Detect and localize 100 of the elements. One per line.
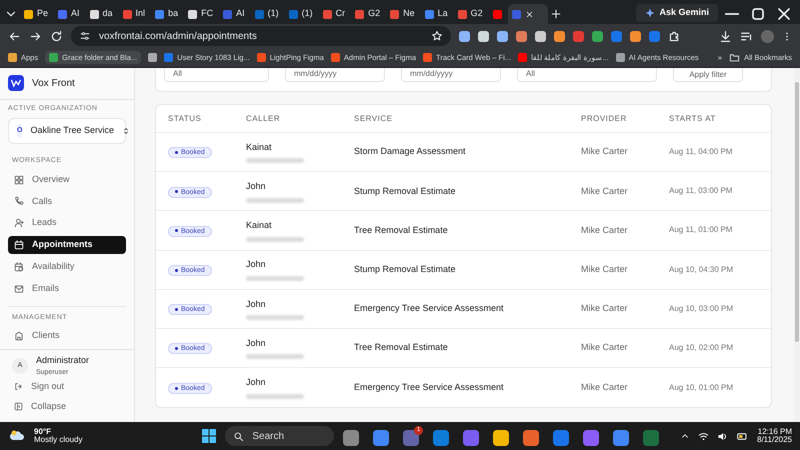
address-bar[interactable]: voxfrontai.com/admin/appointments: [71, 26, 451, 46]
browser-tab[interactable]: ba: [151, 4, 182, 24]
download-icon[interactable]: [719, 30, 732, 42]
scrollbar[interactable]: [794, 68, 800, 422]
browser-tab[interactable]: AI: [219, 4, 249, 24]
tab-groups-icon[interactable]: [148, 53, 158, 62]
sidebar-footer-link[interactable]: Collapse: [8, 398, 126, 415]
close-icon[interactable]: [524, 10, 534, 18]
browser-tab[interactable]: (1): [284, 4, 317, 24]
clock-date: 8/11/2025: [757, 436, 792, 444]
service-cell-text: Storm Damage Assessment: [354, 145, 467, 158]
provider-cell-text: Mike Carter: [581, 380, 629, 394]
service-cell-text: Stump Removal Estimate: [354, 262, 457, 276]
calendar-icon: [14, 240, 24, 250]
browser-tab[interactable]: AI: [54, 4, 84, 24]
browser-tab[interactable]: La: [420, 4, 452, 24]
taskbar-search[interactable]: Search: [225, 426, 334, 446]
extension-icon[interactable]: [516, 30, 527, 42]
browser-tab[interactable]: Pe: [20, 4, 52, 24]
extension-icon[interactable]: [592, 30, 603, 42]
service-cell-text: Emergency Tree Service Assessment: [354, 302, 505, 316]
phone-icon: [14, 196, 24, 206]
browser-tab[interactable]: da: [86, 4, 117, 24]
weather-condition: Mostly cloudy: [34, 436, 82, 444]
column-header: STARTS AT: [669, 112, 717, 124]
extension-icon[interactable]: [630, 30, 641, 42]
redacted-phone: [246, 394, 304, 399]
sidebar-nav-item[interactable]: Appointments: [8, 236, 126, 254]
browser-tab[interactable]: (1): [250, 4, 283, 24]
folder-icon: [729, 52, 740, 63]
extension-icon[interactable]: [459, 30, 470, 42]
sign-out-icon: [14, 382, 23, 391]
sidebar-footer-link[interactable]: Sign out: [8, 378, 126, 395]
extension-icon[interactable]: [554, 30, 565, 42]
wifi-icon: [698, 430, 709, 442]
filter-field[interactable]: mm/dd/yyyy: [401, 68, 501, 82]
caller-name: John: [246, 298, 267, 311]
redacted-phone: [246, 158, 304, 164]
speaker-icon: [717, 430, 728, 442]
ask-gemini-button[interactable]: Ask Gemini: [636, 4, 718, 22]
site-settings-icon: [79, 30, 91, 42]
puzzle-icon[interactable]: [668, 30, 681, 42]
forward-arrow-icon[interactable]: [29, 30, 42, 42]
column-header: PROVIDER: [581, 112, 628, 124]
redacted-phone: [246, 236, 304, 242]
caller-name: John: [246, 336, 267, 350]
service-cell-text: Tree Removal Estimate: [354, 341, 449, 354]
start-time-cell-text: Aug 11, 01:00 PM: [669, 224, 734, 236]
building-icon: [14, 331, 24, 342]
sidebar-nav-item[interactable]: Availability: [8, 258, 126, 276]
browser-tab[interactable]: Ne: [386, 4, 419, 24]
browser-tab[interactable]: Inl: [118, 4, 150, 24]
reload-icon[interactable]: [50, 30, 63, 42]
sidebar-nav-item[interactable]: Leads: [8, 214, 126, 232]
caller-name: John: [246, 180, 267, 194]
provider-cell-text: Mike Carter: [581, 224, 629, 237]
star-icon[interactable]: [431, 30, 443, 42]
sidebar-icon: [14, 402, 23, 411]
column-header: SERVICE: [354, 112, 394, 124]
media-list-icon[interactable]: [740, 30, 753, 42]
sort-chevrons-icon: [122, 126, 130, 136]
filter-field[interactable]: mm/dd/yyyy: [285, 68, 385, 82]
start-time-cell-text: Aug 10, 02:00 PM: [669, 342, 734, 354]
filter-field[interactable]: All: [517, 68, 657, 82]
service-cell-text: Tree Removal Estimate: [354, 224, 449, 237]
search-icon: [233, 430, 244, 442]
sidebar-nav-item[interactable]: Emails: [8, 280, 126, 298]
extension-icon[interactable]: [497, 30, 508, 42]
provider-cell-text: Mike Carter: [581, 262, 629, 276]
caller-name: Kainat: [246, 219, 273, 232]
caller-name: John: [246, 258, 267, 272]
back-arrow-icon[interactable]: [8, 30, 21, 42]
extension-icon[interactable]: [535, 30, 546, 42]
redacted-phone: [246, 315, 304, 320]
caller-name: John: [246, 376, 267, 390]
provider-cell-text: Mike Carter: [581, 341, 629, 354]
redacted-phone: [246, 198, 304, 203]
start-time-cell-text: Aug 11, 03:00 PM: [669, 185, 734, 198]
provider-cell-text: Mike Carter: [581, 302, 629, 316]
sidebar-nav-item[interactable]: Calls: [8, 192, 126, 210]
user-name: Administrator: [36, 354, 90, 367]
redacted-phone: [246, 276, 304, 281]
calendar-clock-icon: [14, 262, 24, 272]
browser-tab[interactable]: G2: [454, 4, 487, 24]
browser-tab[interactable]: Cr: [318, 4, 350, 24]
extension-icon[interactable]: [478, 30, 489, 42]
start-time-cell-text: Aug 11, 04:00 PM: [669, 146, 734, 158]
service-cell-text: Emergency Tree Service Assessment: [354, 380, 505, 394]
start-time-cell-text: Aug 10, 01:00 PM: [669, 382, 734, 394]
filter-field[interactable]: All: [164, 68, 269, 82]
sidebar-nav-item[interactable]: Overview: [8, 170, 126, 188]
organization-name: Oakline Tree Service: [30, 124, 114, 138]
apply-filter-button[interactable]: Apply filter: [673, 68, 743, 82]
battery-icon: [736, 430, 749, 442]
browser-tab[interactable]: G2: [351, 4, 384, 24]
sparkle-icon: [645, 8, 656, 18]
brand-name: Vox Front: [32, 76, 75, 91]
browser-tab[interactable]: FC: [184, 4, 218, 24]
sidebar-nav-item[interactable]: Clients: [8, 327, 126, 346]
windows-start-icon[interactable]: [201, 428, 218, 444]
